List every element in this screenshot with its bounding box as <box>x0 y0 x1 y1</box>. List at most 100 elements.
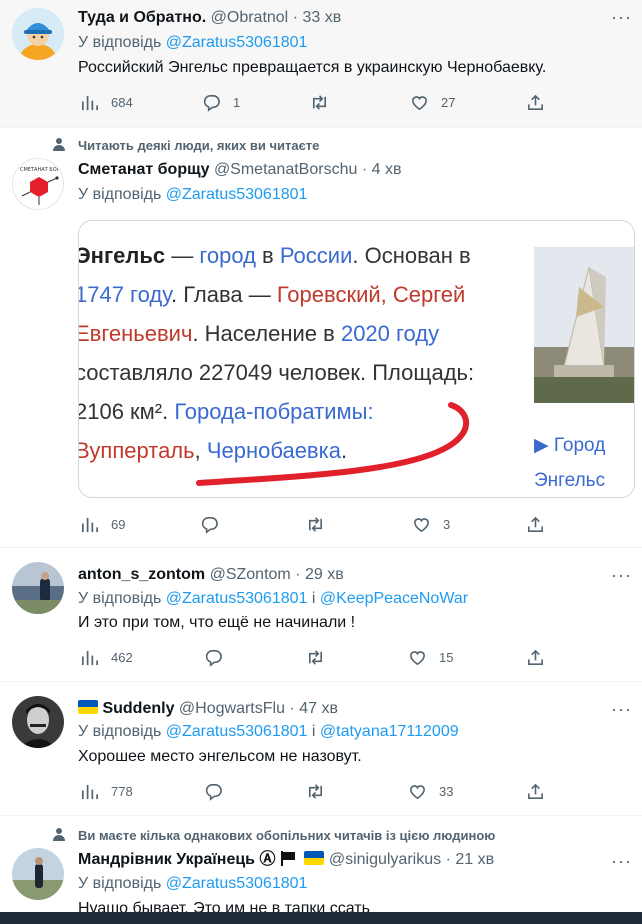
mention-link[interactable]: @Zaratus53061801 <box>166 34 308 51</box>
views-chart-icon <box>81 650 98 665</box>
wiki-text: 2106 км². <box>78 399 175 424</box>
reply-bubble-icon <box>205 783 222 801</box>
tweet-header: Мандрівник Українець Ⓐ @sinigulyarikus ·… <box>78 850 494 870</box>
more-options-button[interactable]: ··· <box>611 852 632 870</box>
share-button[interactable] <box>526 514 545 534</box>
chemical-formula-avatar-icon: СМЕТАНАТ БОРЩУ <box>13 159 63 209</box>
tweet-5[interactable]: Ви маєте кілька однакових обопільних чит… <box>0 816 642 917</box>
views-button[interactable]: 462 <box>80 647 133 667</box>
avatar[interactable] <box>12 562 64 614</box>
author-handle[interactable]: @HogwartsFlu <box>179 700 285 717</box>
share-button[interactable] <box>526 781 545 801</box>
wiki-text: — <box>165 243 200 268</box>
avatar[interactable] <box>12 8 64 60</box>
tweet-1[interactable]: Туда и Обратно. @Obratnol · 33 хв ··· У … <box>0 0 642 128</box>
mention-link[interactable]: @KeepPeaceNoWar <box>320 590 468 607</box>
like-button[interactable]: 15 <box>408 647 453 667</box>
more-options-button[interactable]: ··· <box>611 8 632 26</box>
more-options-button[interactable]: ··· <box>611 700 632 718</box>
wiki-text: . Глава — <box>170 282 277 307</box>
tweet-time[interactable]: 29 хв <box>305 566 344 583</box>
mention-link[interactable]: @tatyana17112009 <box>320 723 459 740</box>
views-chart-icon <box>81 517 98 532</box>
traveler-avatar-icon <box>12 848 64 900</box>
reply-count: 1 <box>233 94 241 110</box>
tweet-4[interactable]: Suddenly @HogwartsFlu · 47 хв ··· У відп… <box>0 682 642 816</box>
retweet-icon <box>312 94 327 110</box>
reply-context: У відповідь @Zaratus53061801 <box>78 874 307 894</box>
wiki-red-link: Евгеньевич <box>78 321 193 346</box>
person-icon <box>52 137 66 156</box>
mention-link[interactable]: @Zaratus53061801 <box>166 875 308 892</box>
share-button[interactable] <box>526 92 545 112</box>
wiki-red-link: Горевский, Сергей <box>276 282 466 307</box>
mention-link[interactable]: @Zaratus53061801 <box>166 186 308 203</box>
author-name[interactable]: Сметанат борщу <box>78 161 209 178</box>
views-chart-icon <box>81 95 98 110</box>
like-button[interactable]: 3 <box>412 514 450 534</box>
tweet-time[interactable]: 47 хв <box>299 700 338 717</box>
media-image[interactable]: Энгельс — город в России. Основан в 1747… <box>78 220 635 498</box>
reply-bubble-icon <box>201 516 218 534</box>
separator-dot: · <box>292 9 299 26</box>
wiki-link: 2020 году <box>340 321 440 346</box>
tweet-3[interactable]: anton_s_zontom @SZontom · 29 хв ··· У ві… <box>0 548 642 682</box>
like-button[interactable]: 33 <box>408 781 453 801</box>
wiki-text: в <box>255 243 280 268</box>
ukraine-flag-icon <box>78 700 98 714</box>
person-by-sea-avatar-icon <box>12 562 64 614</box>
author-handle[interactable]: @sinigulyarikus <box>329 851 441 868</box>
retweet-button[interactable] <box>306 647 337 667</box>
author-name[interactable]: anton_s_zontom <box>78 566 205 583</box>
author-handle[interactable]: @Obratnol <box>211 9 289 26</box>
tweet-time[interactable]: 4 хв <box>372 161 402 178</box>
author-handle[interactable]: @SZontom <box>210 566 291 583</box>
like-button[interactable]: 27 <box>410 92 455 112</box>
more-options-button[interactable]: ··· <box>611 566 632 584</box>
author-name[interactable]: Suddenly <box>102 700 174 717</box>
share-icon <box>528 649 543 665</box>
ukraine-flag-icon <box>304 851 325 865</box>
avatar[interactable] <box>12 696 64 748</box>
wiki-city-link: ▶ Город <box>534 435 606 456</box>
separator-dot: · <box>295 566 301 583</box>
share-button[interactable] <box>526 647 545 667</box>
reply-button[interactable]: 1 <box>202 92 240 112</box>
separator-dot: · <box>445 851 451 868</box>
reply-prefix: У відповідь <box>78 186 162 203</box>
wiki-text: . Население в <box>192 321 341 346</box>
retweet-button[interactable] <box>306 514 337 534</box>
tweet-time[interactable]: 21 хв <box>455 851 494 868</box>
tweet-time[interactable]: 33 хв <box>302 9 341 26</box>
tweet-actions: 462 15 <box>78 647 558 667</box>
reply-button[interactable] <box>204 647 235 667</box>
views-button[interactable]: 684 <box>80 92 133 112</box>
tweet-actions: 69 3 <box>78 514 558 534</box>
reply-context: У відповідь @Zaratus53061801 <box>78 33 307 53</box>
wiki-line-1: Энгельс — город в России. Основан в <box>79 237 471 275</box>
like-count: 15 <box>439 649 454 665</box>
mention-link[interactable]: @Zaratus53061801 <box>166 590 308 607</box>
share-icon <box>528 94 543 110</box>
author-name[interactable]: Туда и Обратно. <box>78 9 206 26</box>
reply-button[interactable] <box>204 781 235 801</box>
avatar[interactable] <box>12 848 64 900</box>
avatar[interactable]: СМЕТАНАТ БОРЩУ <box>12 158 64 210</box>
mention-link[interactable]: @Zaratus53061801 <box>166 723 308 740</box>
reply-joiner: і <box>311 590 316 607</box>
tweet-2[interactable]: Читають деякі люди, яких ви читаєте СМЕТ… <box>0 128 642 548</box>
wiki-line-2: 1747 году. Глава — Горевский, Сергей <box>79 276 466 314</box>
retweet-button[interactable] <box>306 781 337 801</box>
reply-prefix: У відповідь <box>78 34 162 51</box>
black-flag-icon <box>280 851 296 866</box>
retweet-button[interactable] <box>310 92 341 112</box>
views-button[interactable]: 778 <box>80 781 133 801</box>
author-name[interactable]: Мандрівник Українець Ⓐ <box>78 851 275 868</box>
author-handle[interactable]: @SmetanatBorschu <box>214 161 357 178</box>
retweet-icon <box>308 783 323 799</box>
tweet-header: Suddenly @HogwartsFlu · 47 хв <box>78 699 338 719</box>
views-button[interactable]: 69 <box>80 514 125 534</box>
reply-button[interactable] <box>200 514 231 534</box>
views-count: 462 <box>111 649 133 665</box>
share-icon <box>528 783 543 799</box>
